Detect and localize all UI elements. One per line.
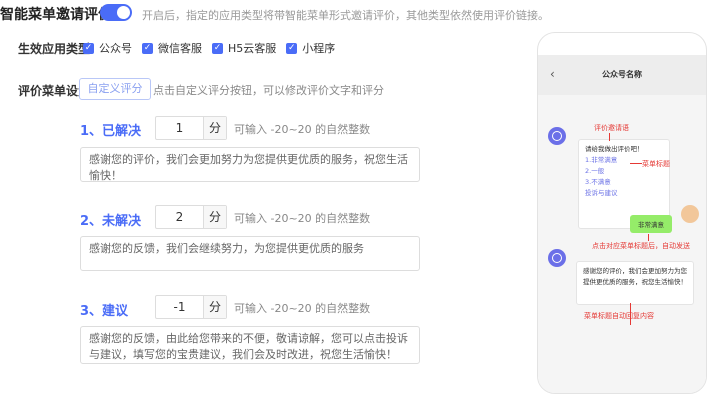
score-value: 2 [175, 210, 184, 224]
score-unit: 分 [203, 296, 226, 318]
custom-score-button[interactable]: 自定义评分 [79, 78, 151, 100]
section-title-resolved: 1、已解决 [80, 124, 142, 139]
auto-reply-bubble: 感谢您的评价，我们会更加努力为您提供更优质的服务，祝您生活愉快！ [576, 261, 694, 305]
custom-score-hint: 点击自定义评分按钮，可以修改评价文字和评分 [153, 84, 384, 97]
range-hint: 可输入 -20~20 的自然整数 [234, 123, 371, 136]
arrow-line [648, 234, 649, 241]
check-icon: ✓ [142, 42, 153, 54]
check-icon: ✓ [83, 42, 94, 54]
message-textarea-unresolved[interactable]: 感谢您的反馈，我们会继续努力，为您提供更优质的服务 [80, 236, 420, 271]
invite-prompt: 请给我做出评价吧！ [585, 145, 644, 153]
score-input-unresolved[interactable]: 2 分 [155, 205, 227, 229]
nav-title: 公众号名称 [602, 70, 642, 79]
annotation-auto-send: 点击对应菜单标题后，自动发送 [592, 242, 690, 250]
score-unit: 分 [203, 206, 226, 228]
phone-preview: ‹ 公众号名称 请给我做出评价吧！ 1.非常满意 2.一般 3.不满意 投诉与建… [537, 32, 707, 394]
toggle-knob [117, 6, 130, 19]
check-icon: ✓ [286, 42, 298, 54]
chat-nav-bar: ‹ 公众号名称 [538, 55, 706, 95]
chat-area: 请给我做出评价吧！ 1.非常满意 2.一般 3.不满意 投诉与建议 评价邀请语 … [538, 95, 706, 393]
bot-avatar-icon [548, 249, 566, 267]
arrow-line [609, 133, 610, 141]
range-hint: 可输入 -20~20 的自然整数 [234, 302, 371, 315]
score-unit: 分 [203, 117, 226, 139]
menu-item-complaint[interactable]: 投诉与建议 [585, 188, 663, 199]
checkbox-wxkf[interactable]: ✓ 微信客服 [142, 40, 202, 56]
score-input-suggestion[interactable]: -1 分 [155, 295, 227, 319]
user-avatar [681, 205, 699, 223]
checkbox-h5[interactable]: ✓ H5云客服 [212, 40, 276, 56]
score-input-resolved[interactable]: 1 分 [155, 116, 227, 140]
user-reply-bubble: 非常满意 [630, 215, 672, 233]
status-bar [538, 33, 706, 53]
section-title-suggestion: 3、建议 [80, 304, 129, 319]
annotation-invite: 评价邀请语 [594, 124, 629, 132]
annotation-auto-reply: 菜单标题自动回复内容 [584, 312, 654, 320]
range-hint: 可输入 -20~20 的自然整数 [234, 212, 371, 225]
apply-types-label: 生效应用类型 [18, 42, 91, 56]
score-value: -1 [173, 300, 186, 314]
check-icon: ✓ [212, 42, 223, 54]
toggle-description: 开启后，指定的应用类型将带智能菜单形式邀请评价，其他类型依然使用评价链接。 [142, 9, 549, 22]
annotation-menu-title: 菜单标题 [642, 160, 670, 168]
menu-item-3[interactable]: 3.不满意 [585, 177, 663, 188]
bot-avatar-icon [548, 127, 566, 145]
arrow-line [630, 163, 642, 164]
apply-types-group: ✓ 公众号 ✓ 微信客服 ✓ H5云客服 ✓ 小程序 [83, 40, 345, 56]
score-value: 1 [175, 121, 184, 135]
message-textarea-suggestion[interactable]: 感谢您的反馈，由此给您带来的不便，敬请谅解，您可以点击投诉与建议，填写您的宝贵建… [80, 326, 420, 364]
checkbox-gzh[interactable]: ✓ 公众号 [83, 40, 132, 56]
checkbox-miniprogram[interactable]: ✓ 小程序 [286, 40, 335, 56]
message-textarea-resolved[interactable]: 感谢您的评价，我们会更加努力为您提供更优质的服务，祝您生活愉快！ [80, 147, 420, 182]
section-title-unresolved: 2、未解决 [80, 214, 142, 229]
invite-toggle[interactable] [100, 4, 132, 21]
page-title: 智能菜单邀请评价 [0, 7, 112, 23]
